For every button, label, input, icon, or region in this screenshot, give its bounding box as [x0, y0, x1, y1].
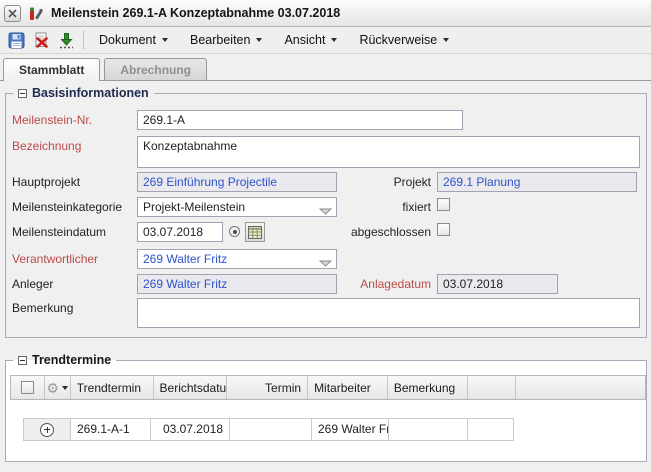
fieldset-trendtermine: Trendtermine ⚙ Trendtermin Berichtsdatum… [5, 360, 647, 462]
window-titlebar: Meilenstein 269.1-A Konzeptabnahme 03.07… [0, 0, 651, 27]
cell-berichtsdatum: 03.07.2018 [150, 418, 230, 441]
bezeichnung-textarea[interactable]: Konzeptabnahme [137, 136, 640, 168]
menu-ansicht[interactable]: Ansicht [273, 27, 348, 53]
trend-table-header: ⚙ Trendtermin Berichtsdatum Termin Mitar… [10, 375, 646, 400]
verantwortlicher-select[interactable]: 269 Walter Fritz [137, 249, 337, 269]
fieldset-basisinformationen: Basisinformationen Meilenstein-Nr. 269.1… [5, 93, 647, 338]
delete-button[interactable] [31, 29, 51, 51]
dropdown-arrow-icon [319, 256, 332, 269]
cell-bemerkung [388, 418, 468, 441]
menu-dokument[interactable]: Dokument [88, 27, 179, 53]
bemerkung-textarea[interactable] [137, 298, 640, 328]
bezeichnung-label: Bezeichnung [12, 139, 136, 153]
calendar-icon [248, 226, 262, 239]
menu-rueckverweise-label: Rückverweise [359, 33, 437, 47]
close-icon [8, 9, 17, 18]
hauptprojekt-label: Hauptprojekt [12, 175, 136, 189]
save-button[interactable] [6, 29, 26, 51]
meilensteindatum-input[interactable]: 03.07.2018 [137, 222, 223, 242]
fixiert-checkbox[interactable] [437, 198, 450, 211]
meilensteinkategorie-label: Meilensteinkategorie [12, 200, 136, 214]
chevron-down-icon [331, 38, 337, 42]
date-fix-radio-icon[interactable] [229, 226, 240, 237]
abgeschlossen-label: abgeschlossen [306, 225, 431, 239]
milestone-icon [28, 6, 44, 21]
meilenstein-nr-label: Meilenstein-Nr. [12, 113, 136, 127]
fieldset-trend-legend-label: Trendtermine [32, 353, 111, 367]
chevron-down-icon [62, 386, 68, 390]
menu-ansicht-label: Ansicht [284, 33, 325, 47]
column-header-bemerkung: Bemerkung [388, 376, 468, 399]
cell-trendtermin: 269.1-A-1 [70, 418, 151, 441]
meilensteinkategorie-value: Projekt-Meilenstein [143, 200, 245, 214]
toolbar: Dokument Bearbeiten Ansicht Rückverweise [0, 27, 651, 54]
content-area: Basisinformationen Meilenstein-Nr. 269.1… [0, 80, 651, 472]
fieldset-trend-legend: Trendtermine [13, 353, 116, 367]
window-title: Meilenstein 269.1-A Konzeptabnahme 03.07… [51, 6, 340, 20]
table-row[interactable]: 269.1-A-1 03.07.2018 269 Walter Fritz [23, 418, 514, 441]
anleger-label: Anleger [12, 277, 136, 291]
menu-bearbeiten-label: Bearbeiten [190, 33, 250, 47]
fixiert-label: fixiert [306, 200, 431, 214]
column-header-empty [516, 376, 645, 399]
collapse-icon[interactable] [18, 89, 27, 98]
menu-dokument-label: Dokument [99, 33, 156, 47]
menu-bearbeiten[interactable]: Bearbeiten [179, 27, 273, 53]
close-button[interactable] [4, 5, 21, 22]
chevron-down-icon [256, 38, 262, 42]
column-header-empty [468, 376, 517, 399]
tab-bar: Stammblatt Abrechnung [0, 54, 651, 81]
projekt-label: Projekt [306, 175, 431, 189]
tab-abrechnung[interactable]: Abrechnung [104, 58, 207, 80]
save-icon [8, 32, 25, 49]
gear-icon: ⚙ [47, 381, 60, 395]
chevron-down-icon [443, 38, 449, 42]
projekt-link-field[interactable]: 269.1 Planung [437, 172, 637, 192]
toolbar-separator [83, 30, 84, 50]
export-icon [58, 32, 75, 49]
cell-empty [467, 418, 514, 441]
meilenstein-nr-input[interactable]: 269.1-A [137, 110, 463, 130]
menu-rueckverweise[interactable]: Rückverweise [348, 27, 460, 53]
column-header-trendtermin: Trendtermin [71, 376, 154, 399]
anlagedatum-field: 03.07.2018 [437, 274, 558, 294]
cell-termin [229, 418, 312, 441]
column-header-termin: Termin [227, 376, 308, 399]
select-all-checkbox[interactable] [21, 381, 34, 394]
fieldset-basis-legend-label: Basisinformationen [32, 86, 149, 100]
verantwortlicher-value: 269 Walter Fritz [143, 252, 227, 266]
fieldset-basis-legend: Basisinformationen [13, 86, 154, 100]
select-all-cell [11, 376, 45, 399]
export-button[interactable] [56, 29, 76, 51]
calendar-button[interactable] [245, 222, 265, 242]
chevron-down-icon [162, 38, 168, 42]
column-header-mitarbeiter: Mitarbeiter [308, 376, 388, 399]
row-expand-cell [23, 418, 71, 441]
meilensteindatum-label: Meilensteindatum [12, 225, 136, 239]
table-actions-cell[interactable]: ⚙ [45, 376, 71, 399]
tab-stammblatt[interactable]: Stammblatt [3, 58, 100, 81]
abgeschlossen-checkbox[interactable] [437, 223, 450, 236]
anlagedatum-label: Anlagedatum [306, 277, 431, 291]
expand-plus-icon[interactable] [40, 423, 54, 437]
bemerkung-label: Bemerkung [12, 301, 136, 315]
verantwortlicher-label: Verantwortlicher [12, 252, 136, 266]
delete-icon [33, 32, 50, 49]
cell-mitarbeiter: 269 Walter Fritz [311, 418, 389, 441]
column-header-berichtsdatum: Berichtsdatum [154, 376, 228, 399]
collapse-icon[interactable] [18, 356, 27, 365]
